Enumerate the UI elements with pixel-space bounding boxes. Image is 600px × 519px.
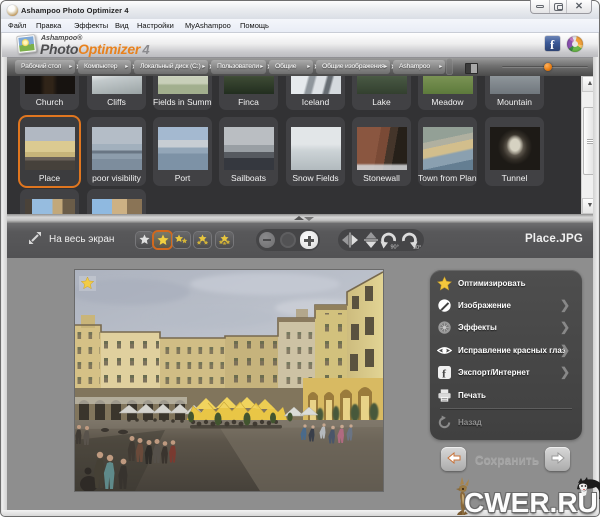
svg-text:90°: 90° [391, 245, 399, 251]
svg-text:90°: 90° [413, 245, 421, 251]
